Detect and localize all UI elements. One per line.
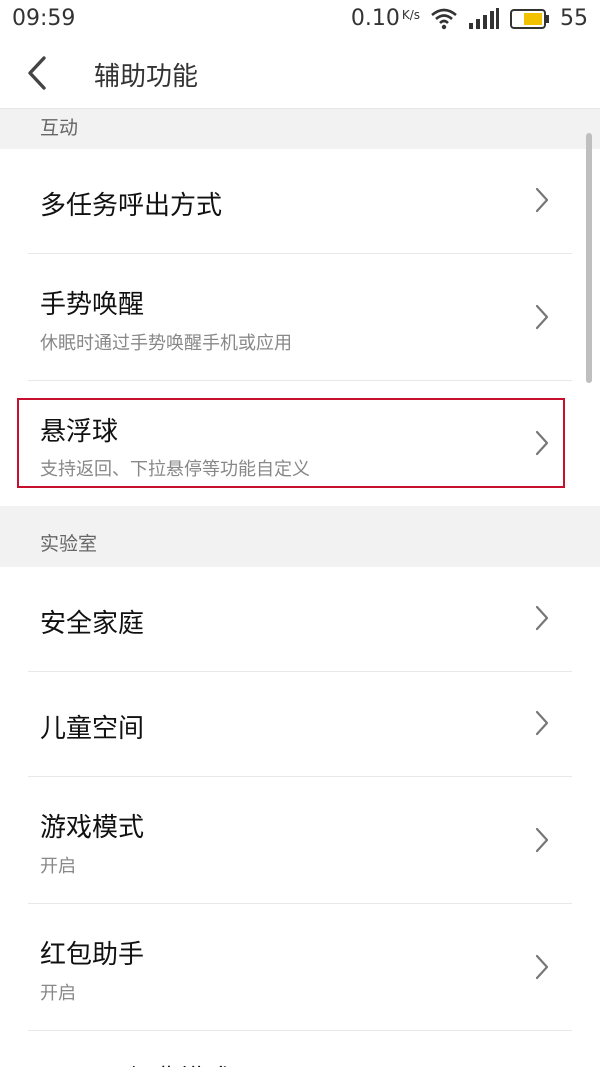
network-speed-unit: K/s <box>401 8 420 22</box>
chevron-right-icon <box>535 187 549 213</box>
item-label: 悬浮球 <box>40 417 119 447</box>
item-subtitle: 休眠时通过手势唤醒手机或应用 <box>40 333 292 354</box>
item-subtitle: 开启 <box>40 983 76 1004</box>
chevron-right-icon <box>535 304 549 330</box>
status-time: 09:59 <box>12 6 76 31</box>
battery-level: 55 <box>560 6 588 31</box>
item-label: Flyme 经典模式 <box>40 1059 231 1067</box>
chevron-right-icon <box>535 710 549 736</box>
battery-icon <box>510 8 549 29</box>
section-header-lab: 实验室 <box>0 506 600 567</box>
list-item-secure-family[interactable]: 安全家庭 <box>0 567 600 671</box>
list-item-kids-space[interactable]: 儿童空间 <box>0 672 600 776</box>
status-bar: 09:59 0.10 K/s 55 <box>0 0 600 40</box>
list-item-multitask[interactable]: 多任务呼出方式 <box>0 149 600 253</box>
status-right: 0.10 K/s 55 <box>351 6 588 31</box>
list-item-flyme-classic[interactable]: Flyme 经典模式 <box>0 1031 600 1067</box>
wifi-icon <box>431 8 457 29</box>
item-subtitle: 开启 <box>40 856 76 877</box>
section-title: 实验室 <box>40 533 98 555</box>
signal-icon <box>469 7 499 29</box>
item-subtitle: 支持返回、下拉悬停等功能自定义 <box>40 459 310 480</box>
item-label: 手势唤醒 <box>40 290 145 320</box>
item-label: 游戏模式 <box>40 813 145 843</box>
chevron-right-icon <box>535 954 549 980</box>
chevron-right-icon <box>535 827 549 853</box>
chevron-right-icon <box>535 605 549 631</box>
item-label: 儿童空间 <box>40 714 145 744</box>
page-title: 辅助功能 <box>94 62 199 92</box>
network-speed: 0.10 K/s <box>351 6 420 31</box>
list-item-floating-ball[interactable]: 悬浮球 支持返回、下拉悬停等功能自定义 <box>0 381 600 506</box>
list-item-gesture-wake[interactable]: 手势唤醒 休眠时通过手势唤醒手机或应用 <box>0 254 600 380</box>
list-item-game-mode[interactable]: 游戏模式 开启 <box>0 777 600 903</box>
item-label: 多任务呼出方式 <box>40 191 223 221</box>
section-title: 互动 <box>40 117 79 139</box>
back-button[interactable] <box>22 54 70 94</box>
scrollbar[interactable] <box>586 133 592 383</box>
title-bar: 辅助功能 <box>0 40 600 109</box>
section-header-interaction: 互动 <box>0 109 600 149</box>
chevron-right-icon <box>535 430 549 456</box>
back-arrow-icon <box>28 56 46 90</box>
item-label: 安全家庭 <box>40 609 145 639</box>
item-label: 红包助手 <box>40 940 145 970</box>
network-speed-value: 0.10 <box>350 6 400 31</box>
list-item-red-packet-assistant[interactable]: 红包助手 开启 <box>0 904 600 1030</box>
